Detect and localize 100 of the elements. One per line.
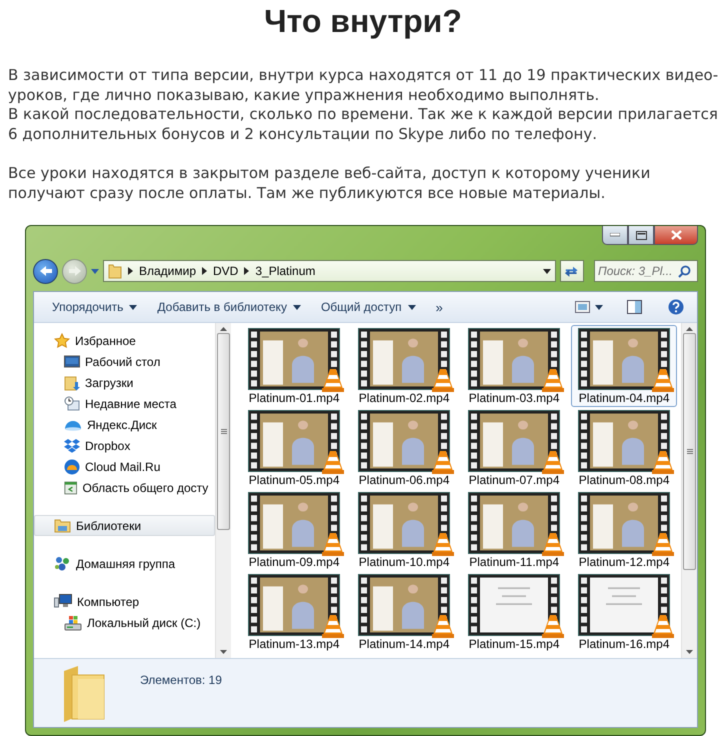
file-item[interactable]: Platinum-02.mp4 <box>351 325 458 407</box>
chevron-icon <box>128 267 133 275</box>
help-icon <box>668 299 684 315</box>
navigation-item[interactable]: Область общего досту <box>34 477 216 498</box>
file-name: Platinum-14.mp4 <box>358 637 450 651</box>
file-item[interactable]: Platinum-06.mp4 <box>351 407 458 489</box>
close-button[interactable] <box>654 226 698 245</box>
navigation-item[interactable]: Cloud Mail.Ru <box>34 456 216 477</box>
file-item[interactable]: Platinum-14.mp4 <box>351 571 458 653</box>
preview-pane-button[interactable] <box>624 298 645 316</box>
monitor-icon <box>64 354 80 368</box>
paragraph: Все уроки находятся в закрытом разделе веб-сайта, доступ к которому ученики получают сразу после оплаты. Там же публикуются все новые материалы. <box>8 164 652 203</box>
file-item[interactable]: Platinum-10.mp4 <box>351 489 458 571</box>
breadcrumb-item[interactable]: DVD <box>213 264 238 278</box>
shared-folder-icon <box>64 480 78 496</box>
file-name: Platinum-15.mp4 <box>468 637 560 651</box>
file-item[interactable]: Platinum-09.mp4 <box>241 489 348 571</box>
traffic-cone-icon <box>652 450 674 474</box>
file-item[interactable]: Platinum-03.mp4 <box>461 325 568 407</box>
traffic-cone-icon <box>652 368 674 392</box>
more-commands-button[interactable]: » <box>430 296 449 318</box>
traffic-cone-icon <box>542 532 564 556</box>
navigation-item[interactable]: Локальный диск (C:) <box>34 612 216 633</box>
history-dropdown[interactable] <box>91 268 99 274</box>
grip-icon <box>686 448 693 454</box>
file-item[interactable]: Platinum-07.mp4 <box>461 407 568 489</box>
file-item[interactable]: Platinum-11.mp4 <box>461 489 568 571</box>
folder-download-icon <box>64 374 80 390</box>
traffic-cone-icon <box>322 532 344 556</box>
file-name: Platinum-08.mp4 <box>578 473 670 487</box>
navigation-item[interactable]: Яндекс.Диск <box>34 414 216 435</box>
navigation-item[interactable]: Избранное <box>34 330 216 351</box>
file-name: Platinum-05.mp4 <box>248 473 340 487</box>
scroll-up-arrow-icon[interactable] <box>220 327 228 331</box>
grip-icon <box>220 428 227 434</box>
traffic-cone-icon <box>432 450 454 474</box>
caret-icon <box>292 304 301 310</box>
file-item[interactable]: Platinum-15.mp4 <box>461 571 568 653</box>
forward-arrow-icon <box>68 265 82 277</box>
traffic-cone-icon <box>652 532 674 556</box>
address-bar[interactable]: Владимир DVD 3_Platinum <box>103 260 556 282</box>
close-icon <box>670 230 682 240</box>
refresh-arrows-icon <box>564 264 580 278</box>
computer-icon <box>54 594 72 609</box>
traffic-cone-icon <box>432 532 454 556</box>
traffic-cone-icon <box>652 614 674 638</box>
file-item[interactable]: Platinum-16.mp4 <box>571 571 678 653</box>
scroll-up-arrow-icon[interactable] <box>686 327 694 331</box>
file-item[interactable]: Platinum-01.mp4 <box>241 325 348 407</box>
traffic-cone-icon <box>322 614 344 638</box>
recent-places-icon <box>64 396 80 412</box>
file-name: Platinum-09.mp4 <box>248 555 340 569</box>
file-item[interactable]: Platinum-13.mp4 <box>241 571 348 653</box>
navigation-item[interactable]: Недавние места <box>34 393 216 414</box>
traffic-cone-icon <box>322 368 344 392</box>
maximize-icon <box>636 230 646 240</box>
navigation-item[interactable]: Домашняя группа <box>34 553 216 574</box>
cloud-circle-icon <box>64 458 80 474</box>
toolbar-menu[interactable]: Общий доступ <box>314 297 422 317</box>
file-name: Platinum-16.mp4 <box>578 637 670 651</box>
library-folder-icon <box>54 518 71 533</box>
navigation-item[interactable]: Библиотеки <box>34 515 216 536</box>
dropbox-icon <box>64 438 80 453</box>
caret-icon <box>129 304 138 310</box>
caret-icon <box>91 268 99 274</box>
breadcrumb-item[interactable]: Владимир <box>139 264 196 278</box>
file-name: Platinum-03.mp4 <box>468 391 560 405</box>
navigation-item[interactable]: Загрузки <box>34 372 216 393</box>
file-name: Platinum-10.mp4 <box>358 555 450 569</box>
minimize-button[interactable] <box>602 226 628 245</box>
paragraph: В зависимости от типа версии, внутри курса находятся от 11 до 19 практических видео-уроков, где лично показываю, какие упражнения необходимо выполнять. <box>8 66 720 105</box>
navigation-item[interactable]: Dropbox <box>34 435 216 456</box>
navigation-item[interactable]: Компьютер <box>34 591 216 612</box>
scroll-down-arrow-icon[interactable] <box>686 650 694 654</box>
file-name: Platinum-02.mp4 <box>358 391 450 405</box>
file-item[interactable]: Platinum-04.mp4 <box>571 325 678 407</box>
file-item[interactable]: Platinum-12.mp4 <box>571 489 678 571</box>
maximize-button[interactable] <box>628 226 654 245</box>
file-name: Platinum-12.mp4 <box>578 555 670 569</box>
cloud-icon <box>64 418 82 430</box>
traffic-cone-icon <box>432 368 454 392</box>
navigation-item[interactable]: Рабочий стол <box>34 351 216 372</box>
file-item[interactable]: Platinum-08.mp4 <box>571 407 678 489</box>
toolbar-menu[interactable]: Добавить в библиотеку <box>151 297 307 317</box>
search-icon <box>678 264 691 278</box>
folder-icon <box>108 263 122 279</box>
traffic-cone-icon <box>542 368 564 392</box>
file-item[interactable]: Platinum-05.mp4 <box>241 407 348 489</box>
drive-icon <box>64 614 82 630</box>
back-button[interactable] <box>33 258 58 284</box>
refresh-button[interactable] <box>560 260 584 282</box>
toolbar-menu[interactable]: Упорядочить <box>46 297 144 317</box>
traffic-cone-icon <box>542 614 564 638</box>
search-field[interactable]: Поиск: 3_Pl... <box>594 260 698 282</box>
folder-icon <box>62 665 106 723</box>
view-options-button[interactable] <box>572 299 606 315</box>
scroll-down-arrow-icon[interactable] <box>220 650 228 654</box>
breadcrumb-item[interactable]: 3_Platinum <box>255 264 316 278</box>
file-name: Platinum-06.mp4 <box>358 473 450 487</box>
file-name: Platinum-07.mp4 <box>468 473 560 487</box>
